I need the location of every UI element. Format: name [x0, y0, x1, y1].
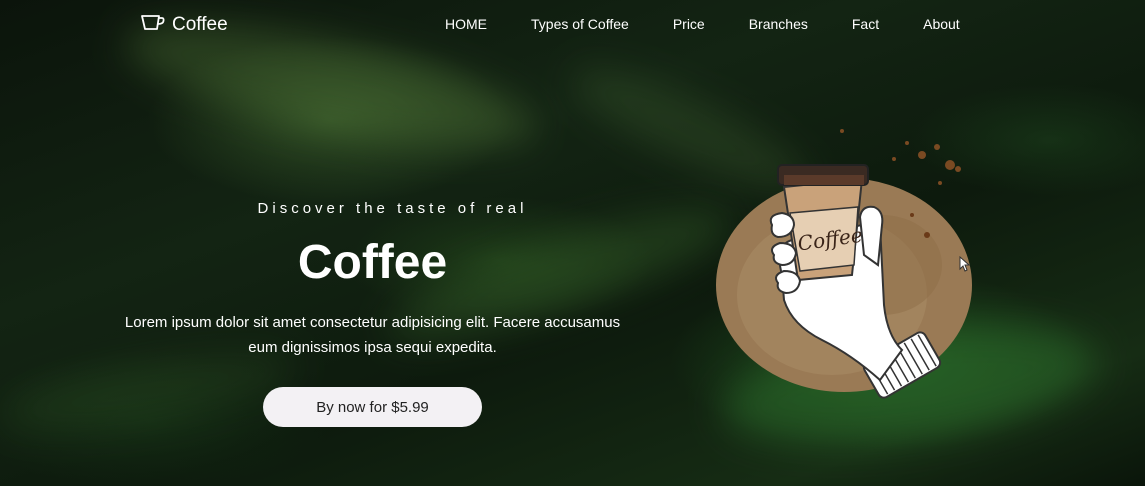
main-nav: HOME Types of Coffee Price Branches Fact… — [445, 16, 960, 32]
buy-now-button[interactable]: By now for $5.99 — [263, 387, 482, 427]
brand-name: Coffee — [172, 14, 228, 35]
hero-content: Discover the taste of real Coffee Lorem … — [120, 200, 625, 360]
nav-link-home[interactable]: HOME — [445, 16, 487, 32]
nav-link-price[interactable]: Price — [673, 16, 705, 32]
mouse-cursor-icon — [959, 256, 971, 272]
brand-logo[interactable]: Coffee — [140, 12, 228, 38]
nav-link-types-of-coffee[interactable]: Types of Coffee — [531, 16, 629, 32]
nav-link-about[interactable]: About — [923, 16, 960, 32]
nav-link-branches[interactable]: Branches — [749, 16, 808, 32]
nav-link-fact[interactable]: Fact — [852, 16, 879, 32]
hero-tagline: Discover the taste of real — [257, 200, 528, 217]
site-header: Coffee HOME Types of Coffee Price Branch… — [0, 0, 1145, 48]
cup-icon — [140, 12, 166, 38]
hero-title: Coffee — [297, 236, 448, 289]
hero-description: Lorem ipsum dolor sit amet consectetur a… — [124, 314, 621, 356]
coffee-cup-illustration: Coffee — [712, 125, 982, 405]
